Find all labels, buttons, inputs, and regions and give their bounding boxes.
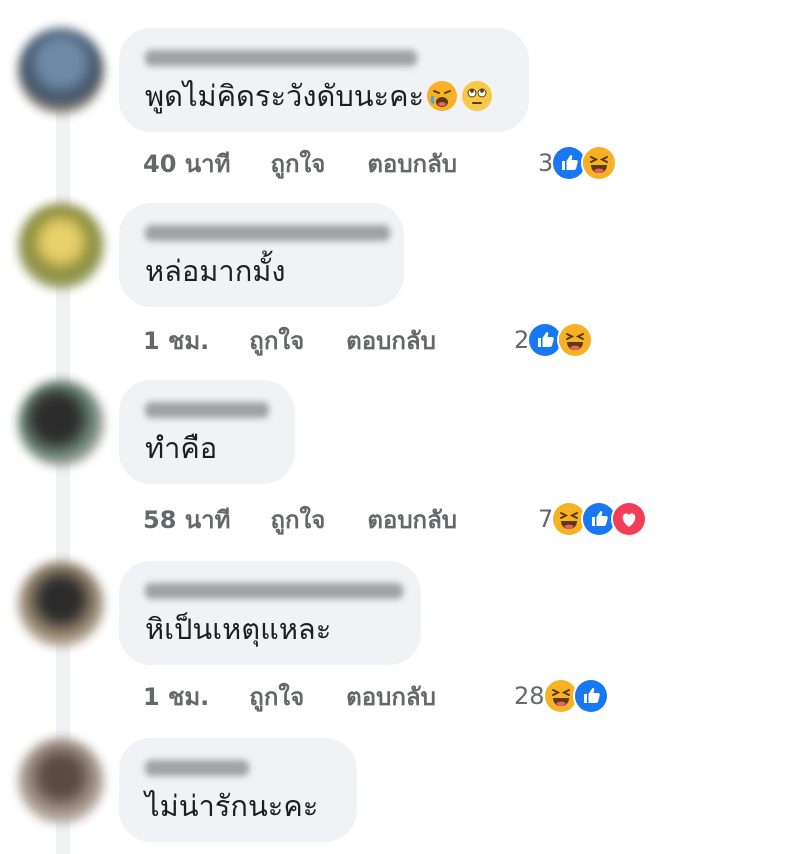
commenter-name[interactable] [145, 402, 269, 418]
reaction-summary[interactable]: 7 [538, 499, 648, 539]
like-button[interactable]: ถูกใจ [270, 500, 325, 539]
comment-text: หล่อมากมั้ง [145, 254, 286, 288]
reply-button[interactable]: ตอบกลับ [367, 144, 457, 183]
comment-text: ไม่น่ารักนะคะ [145, 789, 319, 823]
like-icon [572, 678, 609, 714]
avatar[interactable] [18, 561, 104, 647]
avatar[interactable] [18, 380, 104, 466]
haha-icon [557, 322, 594, 358]
comment-bubble: ทำคือ [119, 380, 295, 484]
comment-bubble: หิเป็นเหตุแหละ [119, 561, 421, 665]
comment-meta: 40 นาที ถูกใจ ตอบกลับ [143, 143, 457, 183]
reaction-summary[interactable]: 2 [514, 320, 594, 360]
comment-time[interactable]: 40 นาที [143, 144, 230, 183]
tired-face-emoji-icon [426, 80, 458, 122]
comment-text: ทำคือ [145, 431, 218, 465]
reply-button[interactable]: ตอบกลับ [346, 677, 436, 716]
comment-time[interactable]: 1 ชม. [143, 677, 209, 716]
love-icon [611, 501, 648, 537]
eye-roll-emoji-icon [461, 80, 493, 122]
haha-icon [581, 145, 618, 181]
comment-bubble: หล่อมากมั้ง [119, 203, 404, 307]
avatar[interactable] [18, 738, 104, 824]
like-button[interactable]: ถูกใจ [270, 144, 325, 183]
comment-text: หิเป็นเหตุแหละ [145, 612, 332, 646]
comment-meta: 58 นาที ถูกใจ ตอบกลับ [143, 499, 457, 539]
comment-meta: 1 ชม. ถูกใจ ตอบกลับ [143, 676, 436, 716]
like-button[interactable]: ถูกใจ [249, 677, 304, 716]
reaction-count: 28 [514, 682, 545, 710]
reaction-summary[interactable]: 28 [514, 676, 609, 716]
comment-text: พูดไม่คิดระวังดับนะคะ [145, 76, 503, 122]
reply-button[interactable]: ตอบกลับ [367, 500, 457, 539]
comment-text-body: พูดไม่คิดระวังดับนะคะ [145, 79, 425, 113]
comment-bubble: ไม่น่ารักนะคะ [119, 738, 357, 842]
avatar[interactable] [18, 203, 104, 289]
reaction-summary[interactable]: 3 [538, 143, 618, 183]
like-button[interactable]: ถูกใจ [249, 321, 304, 360]
commenter-name[interactable] [145, 583, 403, 599]
commenter-name[interactable] [145, 50, 417, 66]
comment-time[interactable]: 1 ชม. [143, 321, 209, 360]
comment-meta: 1 ชม. ถูกใจ ตอบกลับ [143, 320, 436, 360]
commenter-name[interactable] [145, 760, 249, 776]
comment-time[interactable]: 58 นาที [143, 500, 230, 539]
reply-button[interactable]: ตอบกลับ [346, 321, 436, 360]
avatar[interactable] [18, 28, 104, 114]
comment-bubble: พูดไม่คิดระวังดับนะคะ [119, 28, 529, 132]
commenter-name[interactable] [145, 225, 390, 241]
